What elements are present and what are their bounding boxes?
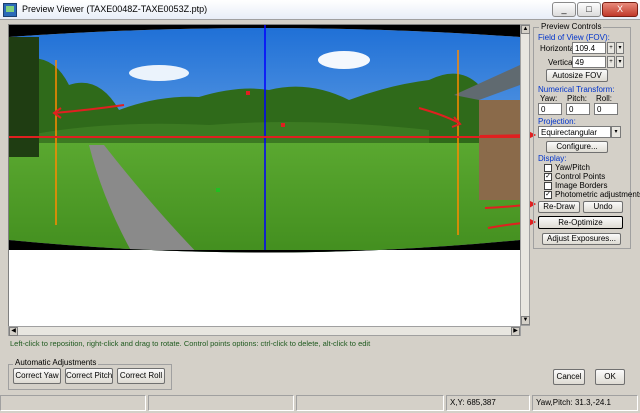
status-segment [296, 395, 444, 411]
configure-button[interactable]: Configure... [546, 141, 608, 153]
title-bar: Preview Viewer (TAXE0048Z-TAXE0053Z.ptp)… [0, 0, 640, 20]
horizontal-scrollbar[interactable]: ◀ ▶ [8, 326, 521, 336]
scroll-right-icon[interactable]: ▶ [511, 327, 520, 336]
vertical-spin-icon[interactable]: ▾ [616, 56, 624, 68]
vertical-increase-icon[interactable]: + [607, 56, 615, 68]
cancel-button[interactable]: Cancel [553, 369, 585, 385]
display-option-label: Photometric adjustments [555, 190, 640, 199]
reoptimize-button[interactable]: Re-Optimize [538, 216, 623, 229]
panorama-preview[interactable] [9, 25, 520, 326]
horizontal-spin-icon[interactable]: ▾ [616, 42, 624, 54]
scroll-up-icon[interactable]: ▲ [521, 25, 530, 34]
app-icon [3, 3, 17, 17]
redraw-button[interactable]: Re-Draw [538, 201, 580, 213]
usage-hint: Left-click to reposition, right-click an… [10, 339, 371, 348]
pitch-input[interactable]: 0 [566, 103, 590, 115]
preview-canvas[interactable] [8, 24, 521, 327]
correct-pitch-button[interactable]: Correct Pitch [65, 368, 113, 384]
control-point[interactable] [246, 91, 250, 95]
auto-adjust-title: Automatic Adjustments [13, 358, 99, 367]
vertical-scrollbar[interactable]: ▲ ▼ [520, 24, 530, 326]
correct-roll-button[interactable]: Correct Roll [117, 368, 165, 384]
yaw-label: Yaw: [540, 94, 558, 103]
display-option-label: Image Borders [555, 181, 608, 190]
control-point[interactable] [281, 123, 285, 127]
undo-button[interactable]: Undo [583, 201, 623, 213]
annotation-overlay [480, 130, 537, 229]
maximize-button[interactable]: □ [577, 2, 601, 17]
numerical-transform-label: Numerical Transform: [538, 85, 615, 94]
scroll-down-icon[interactable]: ▼ [521, 316, 530, 325]
correct-yaw-button[interactable]: Correct Yaw [13, 368, 61, 384]
display-checkbox[interactable]: ✓ [544, 173, 552, 181]
display-option-label: Yaw/Pitch [555, 163, 590, 172]
ok-button[interactable]: OK [595, 369, 625, 385]
projection-select[interactable]: Equirectangular [538, 126, 611, 138]
projection-label: Projection: [538, 117, 576, 126]
status-segment [0, 395, 146, 411]
vertical-fov-input[interactable]: 49 [572, 56, 606, 68]
adjust-exposures-button[interactable]: Adjust Exposures... [542, 233, 621, 245]
cursor-coordinates: X,Y: 685,387 [446, 395, 530, 411]
scroll-left-icon[interactable]: ◀ [9, 327, 18, 336]
close-button[interactable]: X [602, 2, 638, 17]
display-checkbox[interactable] [544, 182, 552, 190]
display-checkbox[interactable] [544, 164, 552, 172]
horizontal-increase-icon[interactable]: + [607, 42, 615, 54]
horizontal-fov-input[interactable]: 109.4 [572, 42, 606, 54]
preview-controls-title: Preview Controls [539, 22, 604, 31]
fov-label: Field of View (FOV): [538, 33, 610, 42]
control-point[interactable] [216, 188, 220, 192]
pitch-label: Pitch: [567, 94, 588, 103]
autosize-fov-button[interactable]: Autosize FOV [546, 69, 608, 82]
display-label: Display: [538, 154, 567, 163]
chevron-down-icon[interactable]: ▾ [611, 126, 621, 138]
display-checkbox[interactable]: ✓ [544, 191, 552, 199]
roll-label: Roll: [596, 94, 613, 103]
minimize-button[interactable]: _ [552, 2, 576, 17]
display-option-label: Control Points [555, 172, 606, 181]
window-title: Preview Viewer (TAXE0048Z-TAXE0053Z.ptp) [22, 4, 208, 14]
status-segment [148, 395, 294, 411]
yaw-pitch-readout: Yaw,Pitch: 31.3,-24.1 [532, 395, 638, 411]
roll-input[interactable]: 0 [594, 103, 618, 115]
yaw-input[interactable]: 0 [538, 103, 562, 115]
